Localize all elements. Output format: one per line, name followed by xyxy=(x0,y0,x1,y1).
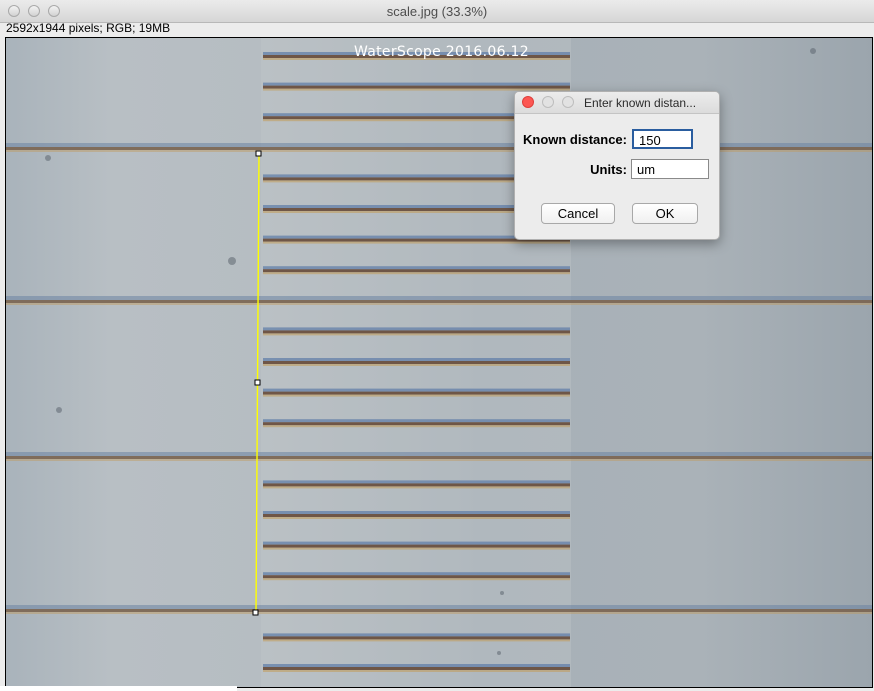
image-info-text: 2592x1944 pixels; RGB; 19MB xyxy=(6,21,171,35)
selection-handle-bottom[interactable] xyxy=(252,609,259,616)
selection-handle-middle[interactable] xyxy=(254,379,261,386)
dialog-title: Enter known distan... xyxy=(584,96,697,110)
units-input[interactable]: um xyxy=(631,159,709,179)
known-distance-input[interactable]: 150 xyxy=(632,129,693,149)
dialog-close-button[interactable] xyxy=(522,96,534,108)
image-canvas[interactable]: WaterScope 2016.06.12 xyxy=(5,37,873,688)
resize-strip xyxy=(0,686,237,691)
image-window: scale.jpg (33.3%) 2592x1944 pixels; RGB;… xyxy=(0,0,874,691)
dialog-zoom-button[interactable] xyxy=(562,96,574,108)
ok-button[interactable]: OK xyxy=(632,203,698,224)
units-label: Units: xyxy=(590,162,627,177)
window-titlebar[interactable]: scale.jpg (33.3%) xyxy=(0,0,874,23)
selection-handle-top[interactable] xyxy=(255,150,262,157)
known-distance-label: Known distance: xyxy=(522,132,627,147)
line-selection[interactable] xyxy=(6,38,872,687)
known-distance-dialog: Enter known distan... Known distance: 15… xyxy=(514,91,720,240)
cancel-button[interactable]: Cancel xyxy=(541,203,615,224)
window-title: scale.jpg (33.3%) xyxy=(386,4,488,19)
dialog-titlebar[interactable]: Enter known distan... xyxy=(515,92,719,114)
dialog-minimize-button[interactable] xyxy=(542,96,554,108)
